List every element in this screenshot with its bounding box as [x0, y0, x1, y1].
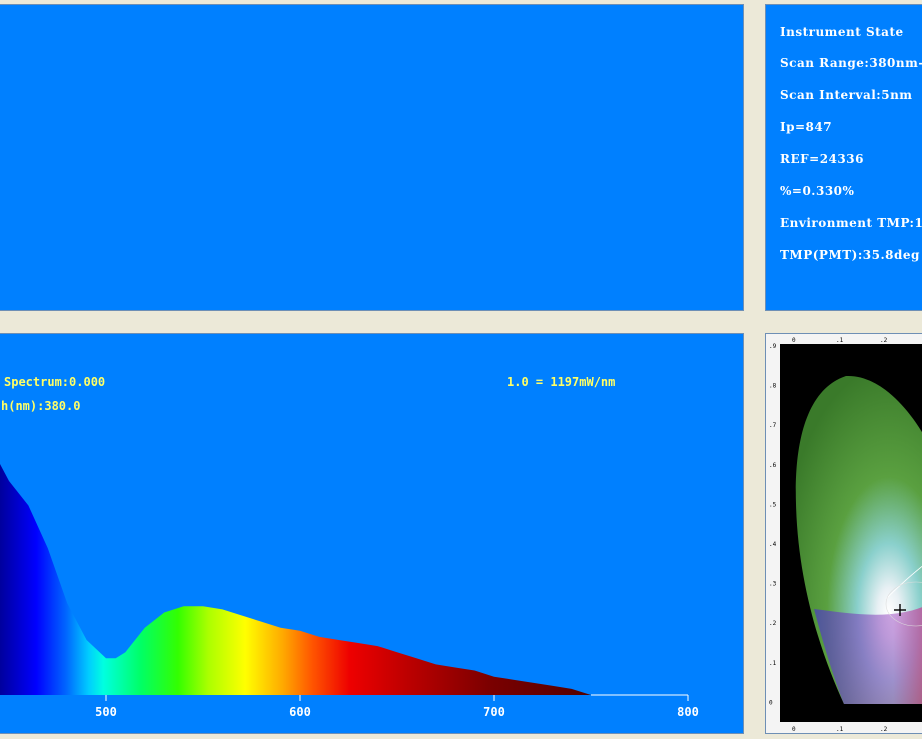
- chroma-x-tick-label-top: 0: [792, 337, 796, 344]
- chroma-x-tick-label: 0: [792, 726, 796, 733]
- chroma-y-tick-label: .8: [769, 383, 777, 390]
- x-tick-label: 500: [95, 705, 117, 719]
- chroma-y-tick-label: .7: [769, 422, 777, 429]
- spectrum-panel[interactable]: 500 600 700 800 Spectrum:0.000 h(nm):380.0 …: [0, 333, 744, 734]
- pmt-temperature: TMP(PMT):35.8deg: [780, 248, 920, 262]
- scan-interval: Scan Interval:5nm: [780, 88, 913, 102]
- chroma-y-tick-label: .1: [769, 660, 777, 667]
- chroma-y-tick-label: .5: [769, 501, 777, 508]
- chroma-x-tick-label-top: .1: [836, 337, 844, 344]
- instrument-state-title: Instrument State: [780, 25, 904, 39]
- chromaticity-diagram-panel[interactable]: .9.8.7.6.5.4.3.2.10 00.1.1.2.2.3.3.4.4: [765, 333, 922, 734]
- chroma-y-tick-label: 0: [769, 699, 773, 706]
- x-tick-label: 800: [677, 705, 699, 719]
- spectrum-value-label: Spectrum:0.000: [4, 375, 106, 389]
- chroma-y-tick-label: .3: [769, 581, 777, 588]
- ip-value: Ip=847: [780, 120, 833, 134]
- x-tick-label: 700: [483, 705, 505, 719]
- instrument-status-panel: Instrument State Scan Range:380nm-8 Scan…: [765, 4, 922, 311]
- scan-range: Scan Range:380nm-8: [780, 56, 922, 70]
- scale-label: 1.0 = 1197mW/nm: [507, 375, 616, 389]
- chroma-y-tick-label: .6: [769, 462, 777, 469]
- wavelength-label: h(nm):380.0: [1, 399, 81, 413]
- chroma-y-tick-label: .4: [769, 541, 777, 548]
- environment-temperature: Environment TMP:15: [780, 216, 922, 230]
- ref-value: REF=24336: [780, 152, 864, 166]
- x-tick-label: 600: [289, 705, 311, 719]
- chroma-y-tick-label: .2: [769, 620, 777, 627]
- chromaticity-diagram[interactable]: .9.8.7.6.5.4.3.2.10 00.1.1.2.2.3.3.4.4: [766, 334, 922, 734]
- spectrum-chart[interactable]: 500 600 700 800: [0, 334, 744, 734]
- spectrum-area: [0, 463, 591, 695]
- chroma-x-tick-label-top: .2: [880, 337, 888, 344]
- chroma-x-tick-label: .2: [880, 726, 888, 733]
- percent-value: %=0.330%: [780, 184, 855, 198]
- chroma-x-tick-label: .1: [836, 726, 844, 733]
- chroma-y-tick-label: .9: [769, 343, 777, 350]
- top-left-panel: [0, 4, 744, 311]
